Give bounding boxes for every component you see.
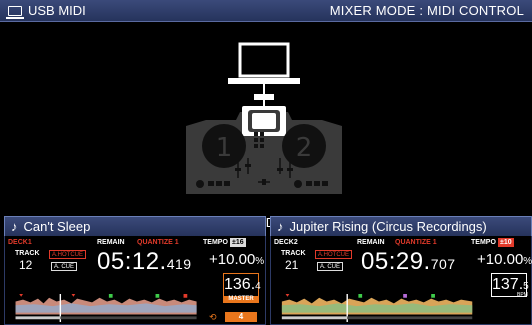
- hotcue-marker-2: [403, 294, 407, 298]
- tempo-label: TEMPO: [471, 239, 496, 246]
- deck-2-info: DECK2 REMAIN QUANTIZE 1 TEMPO ±10 TRACK …: [270, 236, 532, 325]
- hotcue-marker-2: [155, 294, 160, 298]
- cue-marker-2: [71, 294, 76, 297]
- bpm-unit-label: BPM: [517, 292, 528, 298]
- deck-2-title-bar: ♪ Jupiter Rising (Circus Recordings): [270, 216, 532, 236]
- remain-time: 05:29.707: [361, 248, 456, 275]
- usb-display-icon: [6, 5, 24, 19]
- tempo-label: TEMPO: [203, 239, 228, 246]
- remain-label: REMAIN: [357, 239, 385, 246]
- deck-number-2: 2: [296, 133, 313, 163]
- deck-2-label: DECK2: [274, 239, 298, 246]
- cue-marker-1: [285, 294, 290, 297]
- hotcue-badge: A.HOTCUE: [315, 250, 353, 259]
- mixer-mode-label: MIXER MODE : MIDI CONTROL: [329, 3, 524, 18]
- deck-1-track-title: Can't Sleep: [23, 219, 91, 234]
- usb-midi-indicator: USB MIDI: [6, 3, 86, 19]
- music-note-icon: ♪: [11, 219, 18, 234]
- usb-midi-label: USB MIDI: [28, 3, 86, 18]
- deck-1-title-bar: ♪ Can't Sleep: [4, 216, 266, 236]
- deck-2-panel: ♪ Jupiter Rising (Circus Recordings) DEC…: [270, 216, 532, 325]
- quantize-label: QUANTIZE 1: [395, 239, 437, 246]
- track-number: 12: [19, 258, 33, 272]
- progress-fill: [15, 316, 61, 320]
- deck-1-waveform: [15, 294, 197, 322]
- loop-icon: ⟲: [209, 312, 217, 322]
- track-number: 21: [285, 258, 299, 272]
- loop-value: 4: [225, 312, 257, 322]
- music-note-icon: ♪: [277, 219, 284, 234]
- connection-illustration: 1 2: [0, 22, 532, 230]
- top-status-bar: USB MIDI MIXER MODE : MIDI CONTROL: [0, 0, 532, 22]
- auto-cue-badge: A. CUE: [51, 262, 78, 271]
- pitch-percent: +10.00%: [209, 251, 265, 268]
- pitch-percent: +10.00%: [477, 251, 532, 268]
- tempo-range-badge: ±10: [498, 238, 514, 247]
- dj-controller-icon: 1 2: [186, 106, 342, 194]
- usb-connector-icon: [254, 94, 274, 106]
- hotcue-marker-3: [183, 294, 188, 298]
- deck-number-1: 1: [216, 133, 233, 163]
- laptop-icon: [228, 42, 300, 84]
- track-label: TRACK: [15, 250, 40, 257]
- deck-1-label: DECK1: [8, 239, 32, 246]
- progress-fill: [281, 316, 348, 320]
- quantize-label: QUANTIZE 1: [137, 239, 179, 246]
- deck-2-track-title: Jupiter Rising (Circus Recordings): [289, 219, 487, 234]
- track-label: TRACK: [281, 250, 306, 257]
- tempo-range-badge: ±16: [230, 238, 246, 247]
- deck-1-info: DECK1 REMAIN QUANTIZE 1 TEMPO ±16 TRACK …: [4, 236, 266, 325]
- bpm-display: 136.4: [223, 273, 261, 297]
- master-badge: MASTER: [223, 296, 259, 303]
- hotcue-marker-1: [358, 294, 363, 298]
- remain-label: REMAIN: [97, 239, 125, 246]
- hotcue-badge: A.HOTCUE: [49, 250, 87, 259]
- cue-marker-1: [19, 294, 23, 297]
- hotcue-marker-1: [108, 294, 113, 298]
- hotcue-marker-3: [431, 294, 435, 298]
- auto-cue-badge: A. CUE: [317, 262, 344, 271]
- deck-1-panel: ♪ Can't Sleep DECK1 REMAIN QUANTIZE 1 TE…: [4, 216, 266, 325]
- deck-2-waveform: [281, 294, 473, 322]
- connection-diagram: 1 2: [186, 42, 342, 194]
- remain-time: 05:12.419: [97, 248, 192, 275]
